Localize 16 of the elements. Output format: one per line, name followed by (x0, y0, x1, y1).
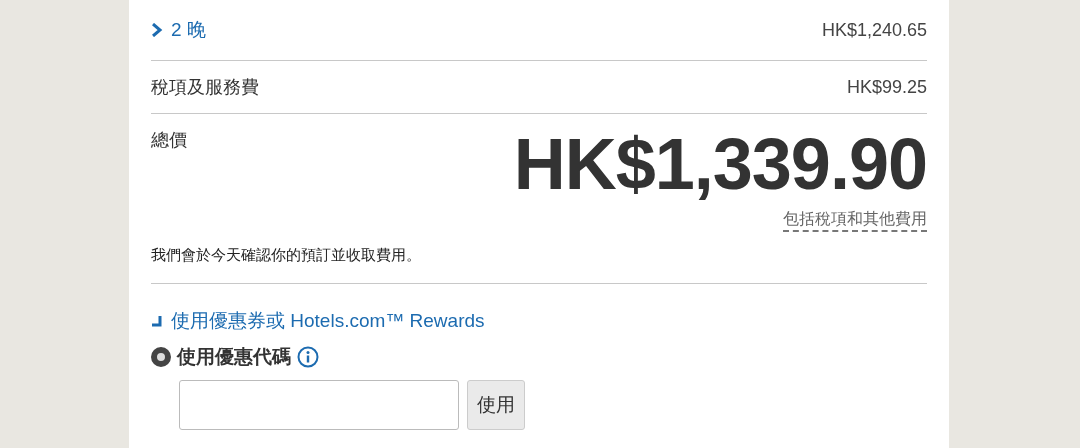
info-icon[interactable] (297, 346, 319, 368)
apply-button[interactable]: 使用 (467, 380, 525, 430)
tax-label: 稅項及服務費 (151, 76, 259, 99)
promo-code-field[interactable] (179, 380, 459, 430)
radio-button[interactable] (151, 347, 171, 367)
fees-note[interactable]: 包括稅項和其他費用 (783, 208, 927, 232)
tax-amount: HK$99.25 (846, 76, 927, 98)
total-label: 總價 (151, 129, 187, 152)
nights-toggle[interactable]: 2 晚 (151, 17, 206, 43)
corner-icon (151, 315, 163, 327)
chevron-icon (151, 23, 163, 37)
total-amount: HK$1,339.90 (513, 128, 927, 200)
charge-notice: 我們會於今天確認你的預訂並收取費用。 (151, 232, 927, 284)
nights-amount: HK$1,240.65 (821, 19, 927, 41)
promo-code-label[interactable]: 使用優惠代碼 (177, 344, 291, 370)
coupon-link[interactable]: 使用優惠券或 Hotels.com™ Rewards (151, 308, 927, 334)
